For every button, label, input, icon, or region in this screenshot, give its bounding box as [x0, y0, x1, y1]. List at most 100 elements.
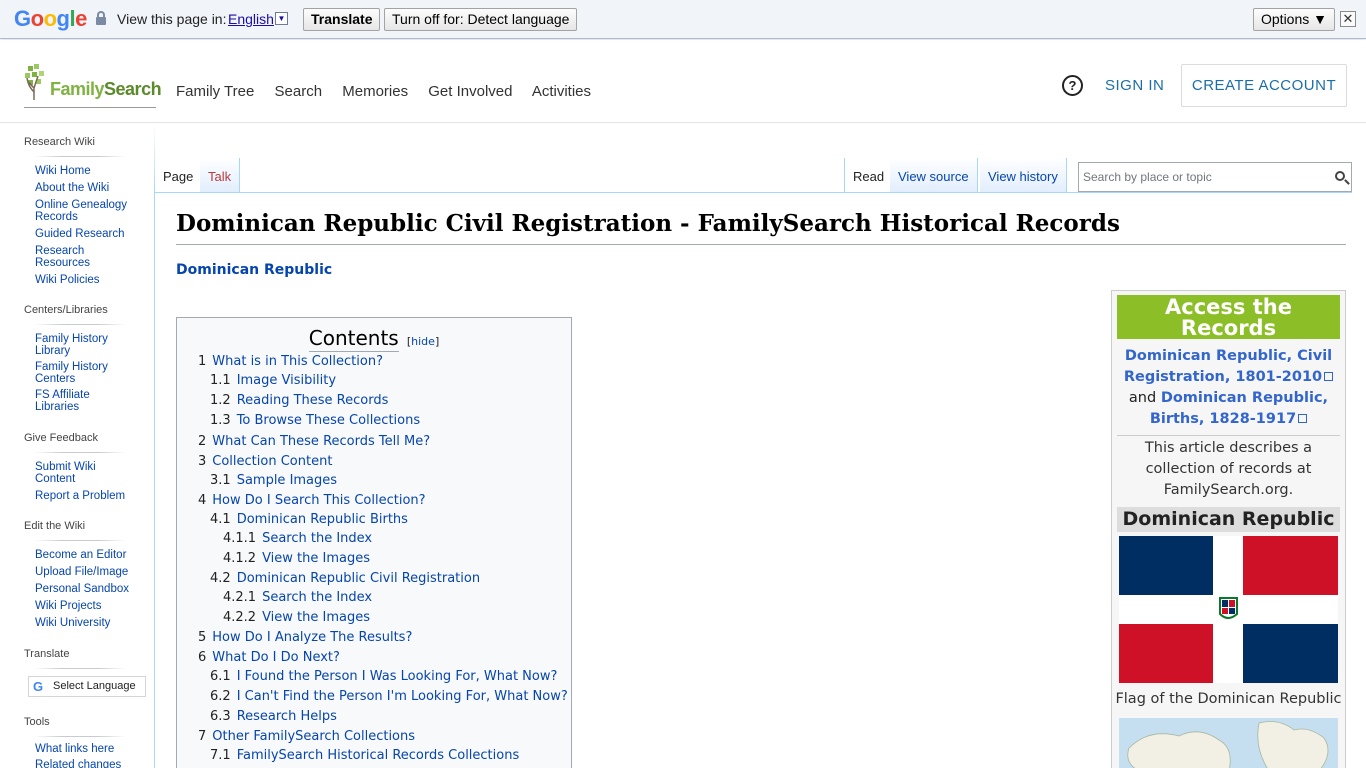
- toc-item[interactable]: 4.1.1 Search the Index: [223, 531, 372, 546]
- sidebar-link[interactable]: Related changes: [35, 759, 145, 768]
- nav-get-involved[interactable]: Get Involved: [428, 83, 512, 100]
- toc-item-number: 4.1.2: [223, 551, 257, 566]
- toc-item[interactable]: 4.1 Dominican Republic Births: [210, 512, 408, 527]
- sidebar-link[interactable]: Personal Sandbox: [35, 583, 145, 595]
- sidebar-link[interactable]: Become an Editor: [35, 549, 145, 561]
- dropdown-arrow-icon[interactable]: ▼: [275, 12, 288, 25]
- sidebar-link[interactable]: Guided Research: [35, 228, 145, 240]
- toc-item-text: What Do I Do Next?: [212, 650, 340, 665]
- sign-in-link[interactable]: SIGN IN: [1105, 77, 1164, 94]
- page-title: Dominican Republic Civil Registration - …: [176, 210, 1346, 245]
- toc-item[interactable]: 1 What is in This Collection?: [198, 354, 383, 369]
- births-link-cont[interactable]: Births, 1828-1917: [1150, 411, 1296, 427]
- nav-activities[interactable]: Activities: [532, 83, 591, 100]
- toc-item[interactable]: 4 How Do I Search This Collection?: [198, 493, 426, 508]
- toc-item-number: 4.2.1: [223, 590, 257, 605]
- translate-button[interactable]: Translate: [303, 8, 381, 31]
- civil-registration-link[interactable]: Dominican Republic, Civil: [1125, 348, 1332, 364]
- sidebar-link[interactable]: Wiki Projects: [35, 600, 145, 612]
- toc-item[interactable]: 5 How Do I Analyze The Results?: [198, 630, 412, 645]
- toc-item-number: 6: [198, 650, 207, 665]
- toc-item[interactable]: 6 What Do I Do Next?: [198, 650, 340, 665]
- sidebar-link[interactable]: Research Resources: [35, 245, 94, 269]
- toc-item[interactable]: 6.3 Research Helps: [210, 709, 337, 724]
- toc-item[interactable]: 4.2.2 View the Images: [223, 610, 370, 625]
- sidebar-link[interactable]: Wiki University: [35, 617, 145, 629]
- sidebar-link[interactable]: Wiki Home: [35, 165, 145, 177]
- toc-item-number: 3.1: [210, 473, 231, 488]
- toc-item[interactable]: 1.2 Reading These Records: [210, 393, 388, 408]
- sidebar-link[interactable]: Family History Library: [35, 333, 133, 357]
- tab-view-source[interactable]: View source: [890, 158, 978, 192]
- close-icon[interactable]: ✕: [1340, 11, 1356, 27]
- toc-item[interactable]: 2 What Can These Records Tell Me?: [198, 434, 430, 449]
- translate-bar: Google View this page in: English ▼ Tran…: [0, 0, 1366, 39]
- toc-item[interactable]: 3.1 Sample Images: [210, 473, 337, 488]
- sidebar-link[interactable]: Family History Centers: [35, 361, 133, 385]
- toc-item-text: I Can't Find the Person I'm Looking For,…: [236, 689, 568, 704]
- toc-item-text: What is in This Collection?: [212, 354, 383, 369]
- toc-item[interactable]: 3 Collection Content: [198, 454, 332, 469]
- toc-item-number: 4: [198, 493, 207, 508]
- language-link[interactable]: English: [228, 11, 274, 27]
- tab-view-history[interactable]: View history: [980, 158, 1067, 192]
- nav-memories[interactable]: Memories: [342, 83, 408, 100]
- wiki-search-input[interactable]: Search by place or topic: [1078, 162, 1352, 192]
- select-language-widget[interactable]: G Select Language: [28, 676, 146, 697]
- toc-item[interactable]: 4.2.1 Search the Index: [223, 590, 372, 605]
- toc-item[interactable]: 7 Other FamilySearch Collections: [198, 729, 415, 744]
- births-link[interactable]: Dominican Republic,: [1161, 390, 1328, 406]
- nav-search[interactable]: Search: [275, 83, 323, 100]
- tab-page[interactable]: Page: [155, 158, 203, 192]
- sidebar-link[interactable]: FS Affiliate Libraries: [35, 389, 120, 413]
- toc-item-text: View the Images: [262, 551, 371, 566]
- sidebar-link[interactable]: Upload File/Image: [35, 566, 145, 578]
- google-logo: Google: [14, 6, 87, 32]
- breadcrumb-link[interactable]: Dominican Republic: [176, 262, 332, 278]
- toc-item-text: Sample Images: [236, 473, 338, 488]
- civil-registration-link-cont[interactable]: Registration, 1801-2010: [1124, 369, 1322, 385]
- toc-item-number: 6.2: [210, 689, 231, 704]
- search-icon[interactable]: [1335, 171, 1345, 181]
- record-links: Dominican Republic, Civil Registration, …: [1117, 346, 1340, 430]
- toc-item[interactable]: 4.2 Dominican Republic Civil Registration: [210, 571, 480, 586]
- sidebar-link[interactable]: What links here: [35, 743, 145, 755]
- country-map-image[interactable]: [1119, 718, 1338, 768]
- dominican-flag-image[interactable]: [1119, 536, 1338, 683]
- sidebar-border: [154, 192, 155, 768]
- sidebar-link[interactable]: About the Wiki: [35, 182, 145, 194]
- sidebar-divider: [34, 736, 126, 737]
- toc-item[interactable]: 4.1.2 View the Images: [223, 551, 370, 566]
- nav-family-tree[interactable]: Family Tree: [176, 83, 254, 100]
- toc-item[interactable]: 6.1 I Found the Person I Was Looking For,…: [210, 669, 557, 684]
- toc-item[interactable]: 7.1 FamilySearch Historical Records Colle…: [210, 748, 519, 763]
- options-button[interactable]: Options ▼: [1253, 8, 1335, 31]
- sidebar-section-title: Translate: [24, 648, 70, 660]
- search-placeholder: Search by place or topic: [1083, 170, 1212, 184]
- toc-item-text: Search the Index: [262, 590, 373, 605]
- toc-item-text: Image Visibility: [236, 373, 337, 388]
- toc-item-number: 4.2: [210, 571, 231, 586]
- toc-hide-link[interactable]: hide: [411, 335, 435, 348]
- sidebar-link[interactable]: Wiki Policies: [35, 274, 145, 286]
- sidebar-link[interactable]: Online Genealogy Records: [35, 199, 147, 223]
- toc-item-text: To Browse These Collections: [236, 413, 421, 428]
- tab-talk[interactable]: Talk: [200, 158, 241, 192]
- help-icon[interactable]: ?: [1062, 75, 1083, 96]
- turn-off-button[interactable]: Turn off for: Detect language: [384, 8, 578, 31]
- toc-item-number: 3: [198, 454, 207, 469]
- toc-item[interactable]: 1.1 Image Visibility: [210, 373, 336, 388]
- toc-item[interactable]: 6.2 I Can't Find the Person I'm Looking F…: [210, 689, 568, 704]
- toc-item-number: 4.2.2: [223, 610, 257, 625]
- toc-item[interactable]: 1.3 To Browse These Collections: [210, 413, 420, 428]
- google-logo-letter: g: [56, 6, 70, 31]
- toc-item-number: 4.1.1: [223, 531, 257, 546]
- toc-item-number: 1.1: [210, 373, 231, 388]
- sidebar-link[interactable]: Report a Problem: [35, 490, 145, 502]
- sidebar-link[interactable]: Submit Wiki Content: [35, 461, 114, 485]
- familysearch-logo[interactable]: FamilySearch: [24, 64, 162, 108]
- tab-read[interactable]: Read: [844, 158, 894, 192]
- access-records-header: Access the Records: [1117, 295, 1340, 339]
- infobox-divider: [1117, 435, 1340, 436]
- create-account-button[interactable]: CREATE ACCOUNT: [1181, 64, 1347, 107]
